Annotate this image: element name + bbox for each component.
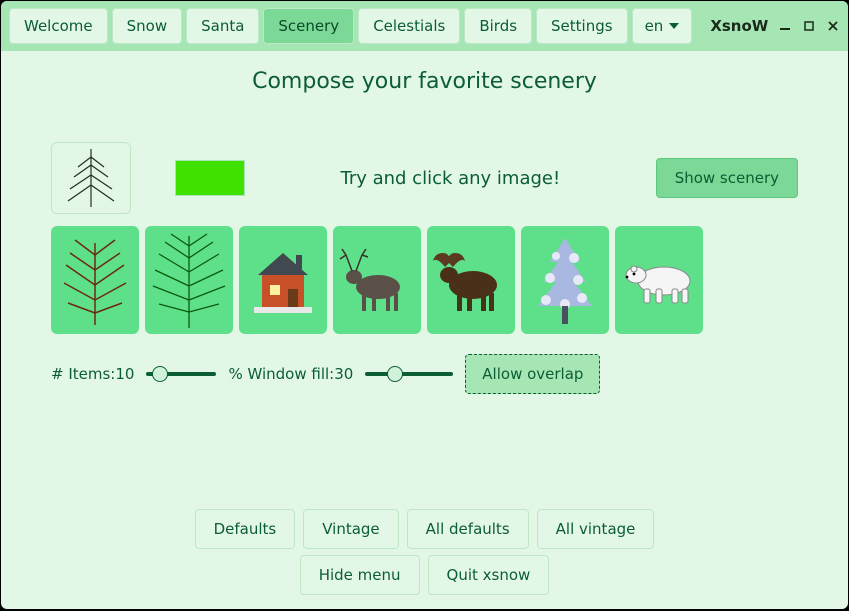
app-title: XsnoW [710, 17, 768, 35]
scenery-tile-house[interactable] [239, 226, 327, 334]
close-button[interactable] [826, 12, 840, 40]
allow-overlap-button[interactable]: Allow overlap [465, 354, 600, 394]
titlebar: Welcome Snow Santa Scenery Celestials Bi… [1, 1, 848, 51]
color-swatch[interactable] [175, 160, 245, 196]
language-label: en [645, 17, 664, 35]
scenery-tile-reindeer[interactable] [333, 226, 421, 334]
close-icon [828, 21, 838, 31]
green-tree-icon [149, 232, 229, 328]
hint-text: Try and click any image! [269, 168, 632, 189]
minimize-icon [780, 21, 790, 31]
maximize-icon [804, 21, 814, 31]
moose-icon [431, 247, 511, 313]
scenery-tile-bare-tree[interactable] [51, 226, 139, 334]
pine-sketch-icon [64, 147, 118, 209]
chevron-down-icon [669, 23, 679, 29]
slider-row: # Items:10 % Window fill:30 Allow overla… [41, 354, 808, 394]
minimize-button[interactable] [778, 12, 792, 40]
reindeer-icon [338, 247, 416, 313]
vintage-button[interactable]: Vintage [303, 509, 398, 549]
maximize-button[interactable] [802, 12, 816, 40]
scenery-tile-polar-bear[interactable] [615, 226, 703, 334]
tab-welcome[interactable]: Welcome [9, 8, 108, 44]
items-count-slider[interactable] [146, 372, 216, 376]
house-icon [248, 245, 318, 315]
bottom-button-row: Defaults Vintage All defaults All vintag… [185, 509, 665, 555]
hide-menu-button[interactable]: Hide menu [300, 555, 420, 595]
defaults-button[interactable]: Defaults [195, 509, 296, 549]
scenery-tile-green-tree[interactable] [145, 226, 233, 334]
tab-celestials[interactable]: Celestials [358, 8, 460, 44]
scenery-tile-moose[interactable] [427, 226, 515, 334]
preview-tile[interactable] [51, 142, 131, 214]
window-fill-label: % Window fill:30 [228, 365, 353, 383]
tab-birds[interactable]: Birds [464, 8, 532, 44]
bare-tree-icon [60, 235, 130, 325]
items-count-label: # Items:10 [51, 365, 134, 383]
scenery-tile-snowy-tree[interactable] [521, 226, 609, 334]
tab-snow[interactable]: Snow [112, 8, 182, 44]
snowy-tree-icon [530, 234, 600, 326]
app-window: Welcome Snow Santa Scenery Celestials Bi… [1, 1, 848, 609]
main-content: Compose your favorite scenery Try and cl… [1, 51, 848, 609]
show-scenery-button[interactable]: Show scenery [656, 158, 798, 198]
scenery-top-row: Try and click any image! Show scenery [41, 142, 808, 214]
tab-santa[interactable]: Santa [186, 8, 259, 44]
bottom-button-row-2: Hide menu Quit xsnow [185, 555, 665, 609]
window-fill-slider[interactable] [365, 372, 453, 376]
polar-bear-icon [620, 255, 698, 305]
quit-button[interactable]: Quit xsnow [428, 555, 550, 595]
all-vintage-button[interactable]: All vintage [537, 509, 655, 549]
tab-settings[interactable]: Settings [536, 8, 628, 44]
language-dropdown[interactable]: en [632, 8, 693, 44]
all-defaults-button[interactable]: All defaults [407, 509, 529, 549]
scenery-gallery [41, 226, 808, 334]
tab-scenery[interactable]: Scenery [263, 8, 354, 44]
page-title: Compose your favorite scenery [252, 69, 597, 94]
